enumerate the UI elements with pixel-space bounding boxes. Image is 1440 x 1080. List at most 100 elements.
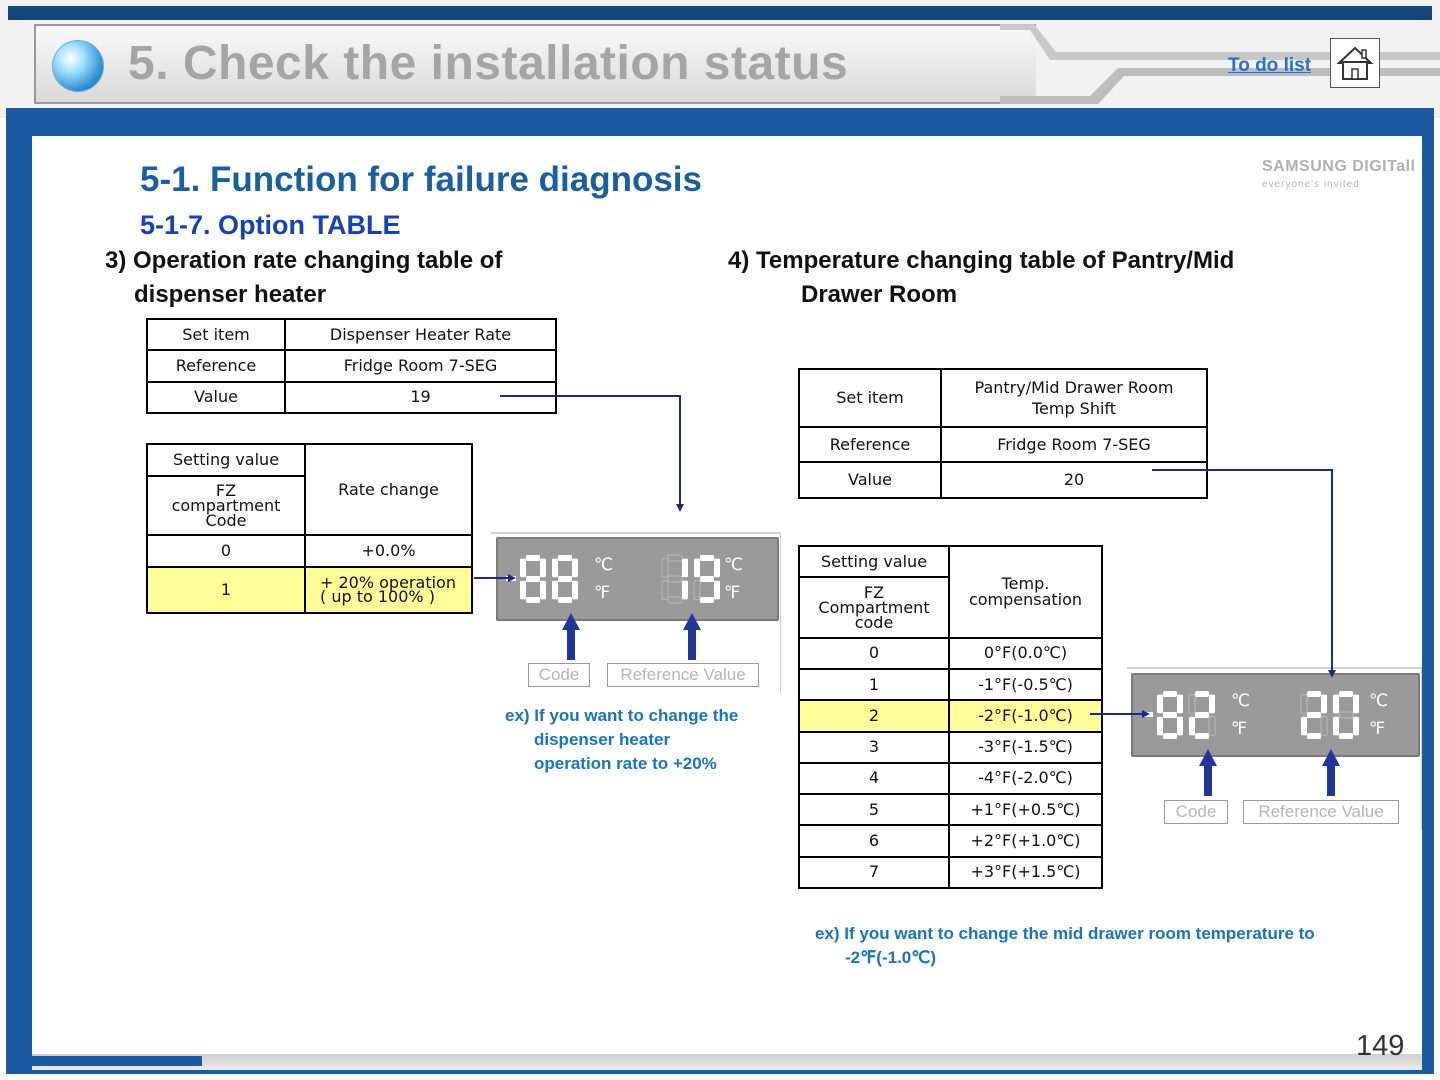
- table-row: 2 -2°F(-1.0℃): [798, 699, 1103, 733]
- header-top-stripe: [8, 6, 1432, 20]
- spec-line: Temp Shift: [1031, 399, 1117, 418]
- table-row: 3 -3°F(-1.5℃): [798, 730, 1103, 764]
- code-cell: 0: [146, 534, 306, 568]
- value-cell: 0°F(0.0℃): [948, 636, 1103, 671]
- segment-b: [1321, 694, 1327, 714]
- spec-cell: Fridge Room 7-SEG: [940, 426, 1208, 463]
- segment-b: [1353, 694, 1359, 714]
- segment-g: [1338, 711, 1354, 719]
- samsung-logo: SAMSUNG DIGITall: [1262, 158, 1416, 175]
- segment-c: [1353, 716, 1359, 736]
- left-seven-seg: [506, 554, 720, 604]
- code-cell: 1: [798, 668, 950, 702]
- right-heading-line1: 4) Temperature changing table of Pantry/…: [728, 247, 1235, 274]
- segment-f: [1300, 694, 1308, 714]
- right-setting-table: Setting value Temp. compensation FZ Comp…: [798, 544, 1103, 890]
- code-cell: 4: [798, 761, 950, 796]
- code-cell: 3: [798, 730, 950, 764]
- segment-a: [700, 555, 714, 561]
- code-label: Code: [1164, 800, 1228, 824]
- todo-list-link[interactable]: To do list: [1228, 55, 1311, 77]
- segment-f: [694, 558, 700, 578]
- value-cell: -2°F(-1.0℃): [948, 699, 1103, 733]
- reference-value-label: Reference Value: [1243, 800, 1399, 824]
- celsius-icon: ℃: [724, 555, 744, 575]
- segment-a: [1163, 691, 1177, 697]
- spec-cell: Value: [798, 461, 942, 499]
- segment-b: [682, 558, 688, 578]
- value-cell: -1°F(-0.5℃): [948, 668, 1103, 702]
- segment-b: [1209, 694, 1215, 714]
- segment-c: [1208, 716, 1216, 736]
- right-display-screen: ℃ ℉ ℃ ℉: [1131, 673, 1420, 757]
- table-row: 4 -4°F(-2.0℃): [798, 761, 1103, 796]
- segment-d: [667, 596, 683, 604]
- spec-cell: Set item: [798, 368, 942, 428]
- left-heading-line2: dispenser heater: [134, 281, 327, 308]
- section-title: 5-1. Function for failure diagnosis: [140, 160, 702, 199]
- segment-g: [1195, 712, 1209, 718]
- minus-segment: [1143, 712, 1153, 717]
- footer-bar: [32, 1054, 1422, 1070]
- segment-d: [1163, 733, 1177, 739]
- result-header: Rate change: [304, 442, 473, 537]
- left-heading-line1: 3) Operation rate changing table of: [105, 247, 503, 274]
- reference-value-label: Reference Value: [607, 663, 759, 687]
- home-button[interactable]: [1330, 38, 1380, 88]
- right-setting-rows: 0 0°F(0.0℃) 1 -1°F(-0.5℃) 2 -2°F(-1.0℃) 3 -3°F(…: [798, 636, 1103, 890]
- spec-cell: Fridge Room 7-SEG: [284, 349, 557, 383]
- spec-cell: Dispenser Heater Rate: [284, 317, 557, 352]
- segment-c: [682, 580, 688, 600]
- segment-f: [552, 558, 558, 578]
- segment-c: [540, 580, 546, 600]
- right-spec-table: Set item Pantry/Mid Drawer Room Temp Shi…: [798, 368, 1208, 499]
- page-number: 149: [1356, 1030, 1405, 1062]
- spec-cell: 20: [940, 461, 1208, 499]
- segment-g: [1307, 712, 1321, 718]
- right-example-line1: ex) If you want to change the mid drawer…: [815, 924, 1315, 943]
- segment-g: [667, 575, 683, 583]
- result-header: Temp. compensation: [948, 545, 1103, 639]
- fahrenheit-icon: ℉: [594, 583, 611, 603]
- spec-cell: Value: [146, 380, 286, 415]
- segment-a: [1195, 691, 1209, 697]
- spec-cell: 19: [284, 380, 557, 415]
- segment-c: [1320, 716, 1328, 736]
- value-cell: +0.0%: [304, 534, 473, 568]
- segment-b: [572, 558, 578, 578]
- value-cell: +1°F(+0.5℃): [948, 793, 1103, 827]
- segment-g: [700, 576, 714, 582]
- code-cell: 2: [798, 699, 950, 733]
- right-heading-line2: Drawer Room: [801, 281, 958, 308]
- spec-cell: Reference: [798, 426, 942, 463]
- segment-d: [558, 597, 572, 603]
- value-cell: -4°F(-2.0℃): [948, 761, 1103, 796]
- table-row: 5 +1°F(+0.5℃): [798, 793, 1103, 827]
- segment-e: [1157, 716, 1163, 736]
- code-cell: 7: [798, 855, 950, 890]
- celsius-icon: ℃: [594, 555, 614, 575]
- setting-header: Setting value: [798, 544, 950, 579]
- segment-a: [558, 555, 572, 561]
- segment-f: [1157, 694, 1163, 714]
- code-header-line: code: [854, 613, 894, 633]
- spec-cell: Pantry/Mid Drawer Room Temp Shift: [940, 368, 1208, 428]
- segment-g: [1163, 712, 1177, 718]
- left-spec-table: Set item Dispenser Heater Rate Reference F…: [146, 317, 557, 415]
- footer-accent: [32, 1056, 202, 1066]
- setting-header: Setting value: [146, 443, 306, 477]
- globe-icon: [52, 40, 104, 92]
- value-cell: -3°F(-1.5℃): [948, 730, 1103, 764]
- segment-c: [1177, 716, 1183, 736]
- fahrenheit-icon: ℉: [1369, 719, 1386, 739]
- segment-e: [552, 580, 558, 600]
- segment-g: [558, 576, 572, 582]
- code-cell: 6: [798, 824, 950, 858]
- fahrenheit-icon: ℉: [724, 583, 741, 603]
- fahrenheit-icon: ℉: [1231, 719, 1248, 739]
- segment-a: [526, 555, 540, 561]
- left-example-line1: ex) If you want to change the: [505, 706, 739, 725]
- value-line: ( up to 100% ): [320, 586, 435, 606]
- code-header: FZ Compartment code: [798, 576, 950, 639]
- segment-d: [1195, 733, 1209, 739]
